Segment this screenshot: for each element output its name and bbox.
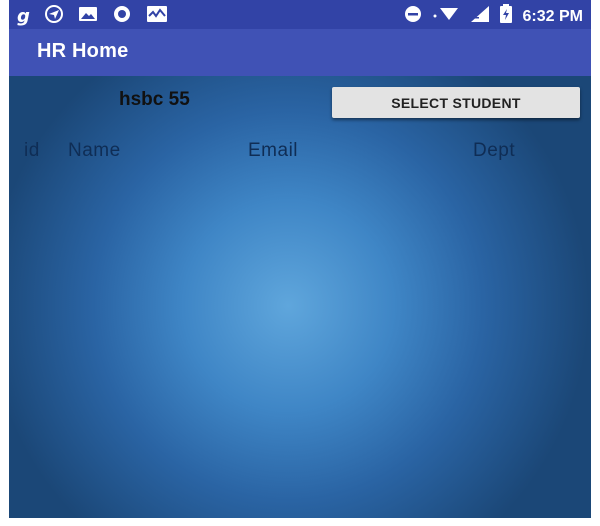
system-icons: 6:32 PM [395, 4, 583, 29]
column-header-id: id [24, 140, 40, 161]
image-icon [78, 5, 98, 28]
app-bar: HR Home [9, 29, 591, 76]
column-header-dept: Dept [473, 140, 516, 161]
battery-icon [499, 4, 513, 29]
main-content: hsbc 55 SELECT STUDENT id Name Email Dep… [9, 76, 591, 518]
column-header-email: Email [248, 140, 299, 161]
activity-icon [146, 5, 168, 28]
app-screen: g 6:32 PM HR Home hsbc 55 SELECT STUDENT… [9, 0, 591, 518]
column-header-name: Name [68, 140, 121, 161]
status-time: 6:32 PM [522, 7, 583, 25]
status-bar: g 6:32 PM [9, 0, 591, 29]
app-title: HR Home [37, 40, 129, 62]
notification-icons: g [17, 4, 182, 29]
location-icon [44, 4, 64, 29]
g-icon: g [17, 5, 30, 27]
select-student-button[interactable]: SELECT STUDENT [332, 87, 580, 118]
circle-icon [112, 4, 132, 29]
signal-icon [469, 4, 491, 29]
company-label: hsbc 55 [119, 89, 190, 110]
wifi-icon [431, 4, 461, 29]
minus-circle-icon [403, 4, 423, 29]
